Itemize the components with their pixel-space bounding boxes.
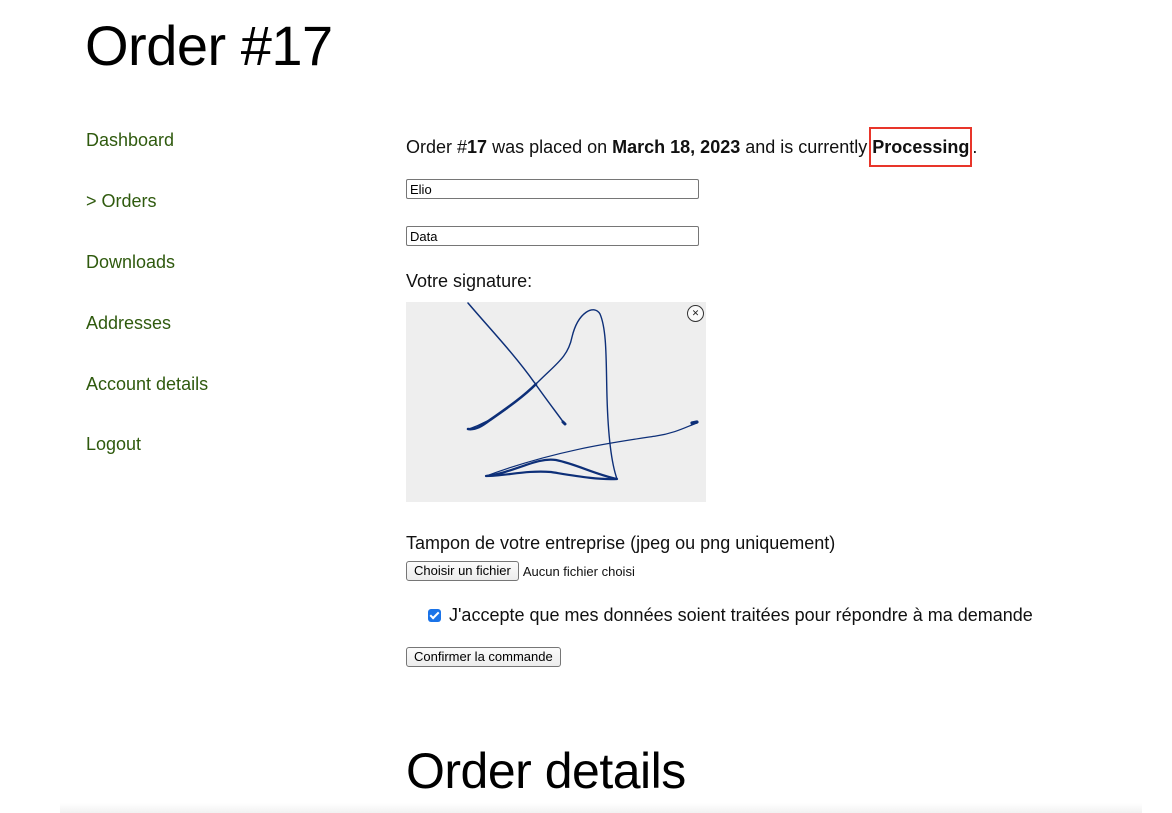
close-icon[interactable]: ✕ [687,305,704,322]
consent-label: J'accepte que mes données soient traitée… [449,604,1033,625]
sidebar-item-downloads[interactable]: Downloads [86,250,346,274]
placed-on-text: was placed on [487,136,613,157]
order-prefix-text: Order # [406,136,468,157]
order-details-title: Order details [406,743,686,799]
submit-row: Confirmer la commande [406,647,1126,667]
bottom-divider [60,803,1142,813]
sidebar-item-orders[interactable]: > Orders [86,189,346,213]
signature-pad[interactable]: ✕ [406,302,706,502]
page-title: Order #17 [85,14,333,77]
file-upload-row: Choisir un fichier Aucun fichier choisi [406,561,1126,581]
status-suffix: . [972,136,978,157]
order-status-line: Order #17 was placed on March 18, 2023 a… [406,127,1126,167]
account-navigation: Dashboard > Orders Downloads Addresses A… [86,128,346,493]
sidebar-item-dashboard[interactable]: Dashboard [86,128,346,152]
order-status-badge: Processing [872,137,970,157]
second-name-input[interactable] [406,226,699,246]
stamp-upload-label: Tampon de votre entreprise (jpeg ou png … [406,533,836,553]
sidebar-item-addresses[interactable]: Addresses [86,311,346,335]
first-name-input[interactable] [406,179,699,199]
consent-checkbox[interactable] [428,608,441,622]
file-status-text: Aucun fichier choisi [522,563,635,579]
order-date: March 18, 2023 [612,136,741,157]
confirm-order-button[interactable]: Confirmer la commande [406,647,561,667]
choose-file-button[interactable]: Choisir un fichier [406,561,519,581]
signature-drawing [466,302,699,481]
sidebar-item-account-details[interactable]: Account details [86,372,346,396]
consent-row: J'accepte que mes données soient traitée… [428,603,1126,627]
order-number: 17 [467,136,488,157]
status-highlight-box: Processing [869,127,973,167]
signature-label: Votre signature: [406,271,533,291]
sidebar-item-logout[interactable]: Logout [86,432,346,456]
currently-text: and is currently [740,136,868,157]
order-content: Order #17 was placed on March 18, 2023 a… [406,127,1126,667]
